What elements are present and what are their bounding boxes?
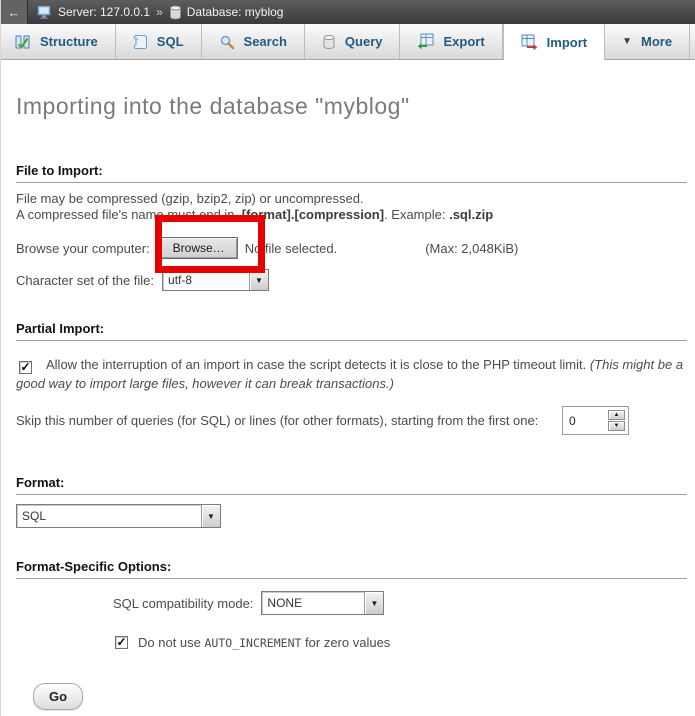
- query-icon: [322, 34, 336, 50]
- spinner-up-icon[interactable]: ▲: [608, 410, 625, 420]
- max-upload-size: (Max: 2,048KiB): [425, 241, 518, 256]
- go-button[interactable]: Go: [33, 683, 83, 710]
- file-upload-row: Browse your computer: Browse… No file se…: [16, 237, 687, 259]
- breadcrumb-separator: »: [156, 5, 163, 19]
- charset-row: Character set of the file: utf-8 ▼: [16, 269, 687, 291]
- tab-sql[interactable]: SQL: [116, 24, 202, 59]
- database-icon: [169, 5, 182, 20]
- tab-search[interactable]: Search: [202, 24, 305, 59]
- breadcrumb-server-link[interactable]: Server: 127.0.0.1: [58, 5, 150, 19]
- export-icon: [417, 33, 434, 50]
- auto-increment-checkbox[interactable]: ✓: [115, 636, 128, 649]
- skip-queries-row: Skip this number of queries (for SQL) or…: [16, 406, 687, 435]
- format-row: SQL ▼: [16, 504, 687, 528]
- file-to-import-heading: File to Import:: [16, 163, 687, 183]
- dropdown-arrow-icon: ▼: [201, 505, 220, 527]
- skip-queries-label: Skip this number of queries (for SQL) or…: [16, 413, 538, 428]
- auto-increment-label: Do not use AUTO_INCREMENT for zero value…: [138, 635, 390, 650]
- browse-button[interactable]: Browse…: [160, 237, 238, 259]
- compression-help-text: File may be compressed (gzip, bzip2, zip…: [16, 191, 687, 223]
- allow-interruption-label: Allow the interruption of an import in c…: [46, 357, 590, 372]
- import-page: Importing into the database "myblog" Fil…: [1, 93, 695, 710]
- tab-structure[interactable]: Structure: [1, 24, 116, 59]
- dropdown-arrow-icon: ▼: [364, 592, 383, 614]
- browse-label: Browse your computer:: [16, 241, 150, 256]
- page-title: Importing into the database "myblog": [16, 93, 687, 120]
- sql-compatibility-row: SQL compatibility mode: NONE ▼: [113, 591, 687, 615]
- partial-import-heading: Partial Import:: [16, 321, 687, 341]
- tab-export[interactable]: Export: [400, 24, 502, 59]
- no-file-selected-text: No file selected.: [245, 241, 338, 256]
- charset-label: Character set of the file:: [16, 273, 154, 288]
- dropdown-arrow-icon: ▼: [249, 270, 268, 290]
- allow-interruption-row: ✓ Allow the interruption of an import in …: [16, 355, 687, 393]
- search-icon: [219, 34, 235, 50]
- chevron-down-icon: ▼: [622, 36, 632, 47]
- spinner-down-icon[interactable]: ▼: [608, 421, 625, 431]
- allow-interruption-checkbox[interactable]: ✓: [19, 361, 32, 374]
- format-options-heading: Format-Specific Options:: [16, 559, 687, 579]
- import-icon: [521, 34, 538, 51]
- format-select[interactable]: SQL ▼: [16, 504, 221, 528]
- tab-bar: Structure SQL Search Query: [1, 24, 695, 60]
- back-arrow-icon: ←: [8, 5, 21, 20]
- charset-select[interactable]: utf-8 ▼: [162, 269, 269, 291]
- tab-more[interactable]: ▼ More: [605, 24, 690, 59]
- sql-compatibility-label: SQL compatibility mode:: [113, 596, 253, 611]
- sql-compatibility-select[interactable]: NONE ▼: [261, 591, 384, 615]
- breadcrumb-bar: ← Server: 127.0.0.1 » Database: myblog: [1, 0, 695, 24]
- tab-import[interactable]: Import: [503, 24, 605, 60]
- auto-increment-row: ✓ Do not use AUTO_INCREMENT for zero val…: [115, 635, 687, 650]
- sql-icon: [133, 34, 148, 50]
- skip-queries-spinner: ▲ ▼: [608, 410, 625, 431]
- skip-queries-input-group: ▲ ▼: [562, 406, 629, 435]
- back-button[interactable]: ←: [1, 0, 28, 24]
- format-heading: Format:: [16, 475, 687, 495]
- breadcrumb-database-link[interactable]: Database: myblog: [187, 5, 284, 19]
- server-icon: [37, 5, 53, 20]
- structure-icon: [15, 34, 31, 50]
- tab-query[interactable]: Query: [305, 24, 401, 59]
- skip-queries-input[interactable]: [566, 414, 606, 428]
